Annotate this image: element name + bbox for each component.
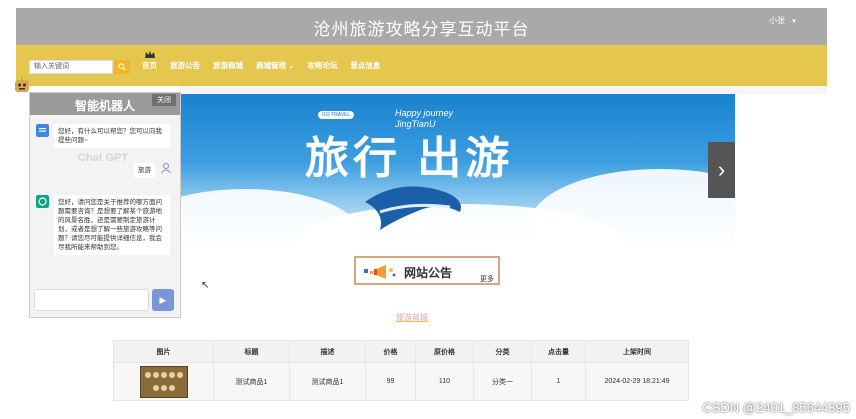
carousel-dot[interactable] bbox=[401, 226, 409, 234]
carousel-dots bbox=[401, 226, 435, 234]
bot-greeting-message: 您好，有什么可以帮您？您可以向我提些问题~ bbox=[54, 124, 170, 148]
column-header: 价格 bbox=[365, 340, 416, 363]
page: 沧州旅游攻略分享互动平台 小张 ▼ 输入关键词 首页 旅游公告 旅游商城 商城管理… bbox=[0, 0, 856, 419]
chatbot-header: 智能机器人 关闭 bbox=[30, 93, 180, 115]
chatgpt-watermark: Chat GPT bbox=[78, 152, 129, 164]
table-cell: 99 bbox=[365, 362, 416, 401]
user-name: 小张 bbox=[769, 16, 786, 25]
announcement-label: 网站公告 bbox=[404, 266, 453, 280]
table-cell: 110 bbox=[415, 362, 474, 401]
product-image[interactable] bbox=[139, 365, 188, 398]
column-header: 上架时间 bbox=[585, 340, 689, 363]
banner-carousel[interactable]: GO TRAVEL Happy journey JingTianU 旅行 出游 bbox=[170, 94, 735, 244]
nav-menu: 首页 旅游公告 旅游商城 商城管理 ⌄ 攻略论坛 景点信息 bbox=[142, 60, 393, 71]
nav-item-mall-admin-label: 商城管理 bbox=[256, 61, 286, 70]
user-message: 旅游 bbox=[134, 163, 155, 178]
chatbot-close-button[interactable]: 关闭 bbox=[152, 94, 176, 106]
search-input[interactable]: 输入关键词 bbox=[29, 60, 113, 74]
nav-item-forum[interactable]: 攻略论坛 bbox=[307, 60, 337, 71]
nav-item-home[interactable]: 首页 bbox=[142, 60, 157, 71]
table-cell: 1 bbox=[531, 362, 586, 401]
table-row[interactable]: 测试商品1 测试商品1 99 110 分类一 1 2024-02-29 18:2… bbox=[113, 362, 689, 401]
bot-message-icon bbox=[36, 124, 49, 137]
section-title: 旅游商城 bbox=[396, 313, 428, 322]
carousel-dot[interactable] bbox=[427, 226, 435, 234]
column-header: 分类 bbox=[473, 340, 532, 363]
nav-bar: 输入关键词 首页 旅游公告 旅游商城 商城管理 ⌄ 攻略论坛 景点信息 bbox=[16, 45, 827, 86]
chat-input[interactable] bbox=[34, 289, 149, 311]
search-button[interactable] bbox=[114, 60, 130, 74]
column-header: 原价格 bbox=[415, 340, 474, 363]
table-header-row: 图片 标题 描述 价格 原价格 分类 点击量 上架时间 bbox=[113, 340, 689, 363]
header-bar: 沧州旅游攻略分享互动平台 小张 ▼ bbox=[16, 8, 827, 45]
announcement-more-link[interactable]: 更多 bbox=[480, 274, 494, 284]
send-button[interactable]: ▶ bbox=[152, 289, 174, 311]
column-header: 点击量 bbox=[531, 340, 586, 363]
megaphone-icon bbox=[364, 265, 396, 279]
mouse-cursor-icon: ↖ bbox=[201, 280, 210, 291]
chatbot-panel: 智能机器人 关闭 您好，有什么可以帮您？您可以向我提些问题~ Chat GPT … bbox=[29, 92, 181, 318]
crown-icon bbox=[145, 51, 155, 58]
bot-reply-message: 您好，请问您是关于推荐的哪方面问题需要咨询？是想要了解某个旅游地的风景名胜，还是… bbox=[54, 195, 170, 255]
column-header: 描述 bbox=[289, 340, 366, 363]
chevron-right-icon: › bbox=[717, 157, 726, 182]
banner-tag: GO TRAVEL bbox=[318, 111, 355, 119]
search-icon bbox=[118, 63, 126, 71]
chatgpt-icon bbox=[36, 195, 49, 208]
carousel-next-button[interactable]: › bbox=[708, 142, 735, 198]
announcement-box: 网站公告 更多 bbox=[354, 256, 500, 285]
column-header: 图片 bbox=[113, 340, 214, 363]
dolphin-illustration bbox=[365, 186, 461, 230]
csdn-watermark: CSDN @2401_85644395 bbox=[702, 400, 850, 415]
user-menu[interactable]: 小张 ▼ bbox=[769, 15, 797, 26]
chevron-down-icon: ⌄ bbox=[288, 61, 295, 70]
product-image-cell bbox=[113, 362, 214, 401]
content-strip bbox=[180, 86, 827, 94]
table-cell: 2024-02-29 18:21:49 bbox=[585, 362, 689, 401]
site-title: 沧州旅游攻略分享互动平台 bbox=[313, 20, 530, 39]
table-cell: 测试商品1 bbox=[289, 362, 366, 401]
robot-avatar-icon[interactable] bbox=[14, 77, 30, 93]
nav-item-mall-admin[interactable]: 商城管理 ⌄ bbox=[256, 60, 294, 71]
user-icon bbox=[161, 163, 171, 174]
carousel-dot[interactable] bbox=[414, 226, 422, 234]
table-cell: 分类一 bbox=[473, 362, 532, 401]
table-cell: 测试商品1 bbox=[213, 362, 290, 401]
chevron-down-icon: ▼ bbox=[791, 19, 797, 25]
column-header: 标题 bbox=[213, 340, 290, 363]
nav-item-notice[interactable]: 旅游公告 bbox=[170, 60, 200, 71]
nav-item-mall[interactable]: 旅游商城 bbox=[213, 60, 243, 71]
send-icon: ▶ bbox=[159, 294, 167, 305]
product-table: 图片 标题 描述 价格 原价格 分类 点击量 上架时间 测试商品1 测试商品1 … bbox=[113, 340, 689, 401]
nav-item-spots[interactable]: 景点信息 bbox=[350, 60, 380, 71]
